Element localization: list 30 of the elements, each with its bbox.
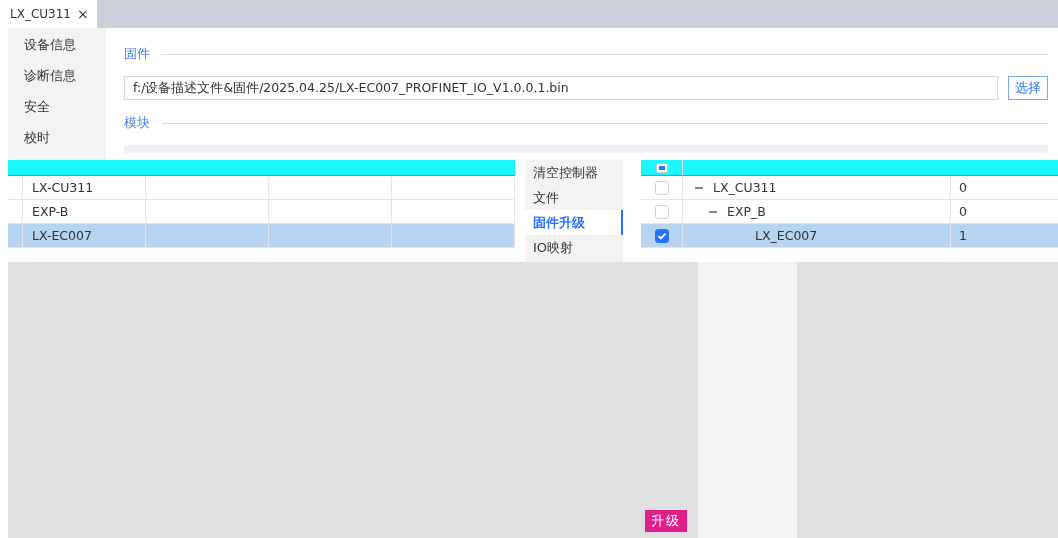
- sidebar-item[interactable]: 诊断信息: [8, 65, 106, 96]
- tree-node-label: EXP_B: [727, 204, 766, 219]
- table-row[interactable]: LX-EC007: [8, 224, 515, 248]
- section-heading: 模块: [124, 114, 150, 132]
- table-cell-text: 0: [958, 203, 967, 221]
- table-cell: LX-EC007: [23, 224, 146, 247]
- section-heading: 固件: [124, 45, 150, 63]
- table-row[interactable]: LX-CU311: [8, 176, 515, 200]
- menu-item[interactable]: 文件: [525, 185, 623, 210]
- upgrade-button[interactable]: 升级: [645, 510, 687, 532]
- table-cell-text: 0: [958, 179, 967, 197]
- checkbox[interactable]: [654, 228, 669, 243]
- table-row[interactable]: LX_CU311 0: [641, 176, 1058, 200]
- sidebar-item[interactable]: 安全: [8, 96, 106, 127]
- table-row[interactable]: LX_EC007 1: [641, 224, 1058, 248]
- menu-item[interactable]: 固件升级: [525, 210, 623, 235]
- menu-item[interactable]: IO映射: [525, 235, 623, 260]
- table-cell: LX-CU311: [23, 176, 146, 199]
- checkbox[interactable]: [655, 162, 668, 173]
- select-button[interactable]: 选择: [1008, 76, 1048, 100]
- tab[interactable]: LX_CU311 ×: [0, 0, 97, 28]
- sidebar-item[interactable]: 设备信息: [8, 34, 106, 65]
- sidebar-item[interactable]: 校时: [8, 127, 106, 158]
- file-path-field[interactable]: f:/设备描述文件&固件/2025.04.25/LX-EC007_PROFINET_IO_V1.0.0.1.bin: [124, 76, 998, 100]
- tree-node-label: LX_CU311: [713, 180, 777, 195]
- close-icon[interactable]: ×: [77, 6, 89, 22]
- menu-item[interactable]: 清空控制器: [525, 160, 623, 185]
- table-cell-text: 1: [958, 227, 967, 245]
- tree-node-label: LX_EC007: [755, 228, 818, 243]
- table-cell: EXP-B: [23, 200, 146, 223]
